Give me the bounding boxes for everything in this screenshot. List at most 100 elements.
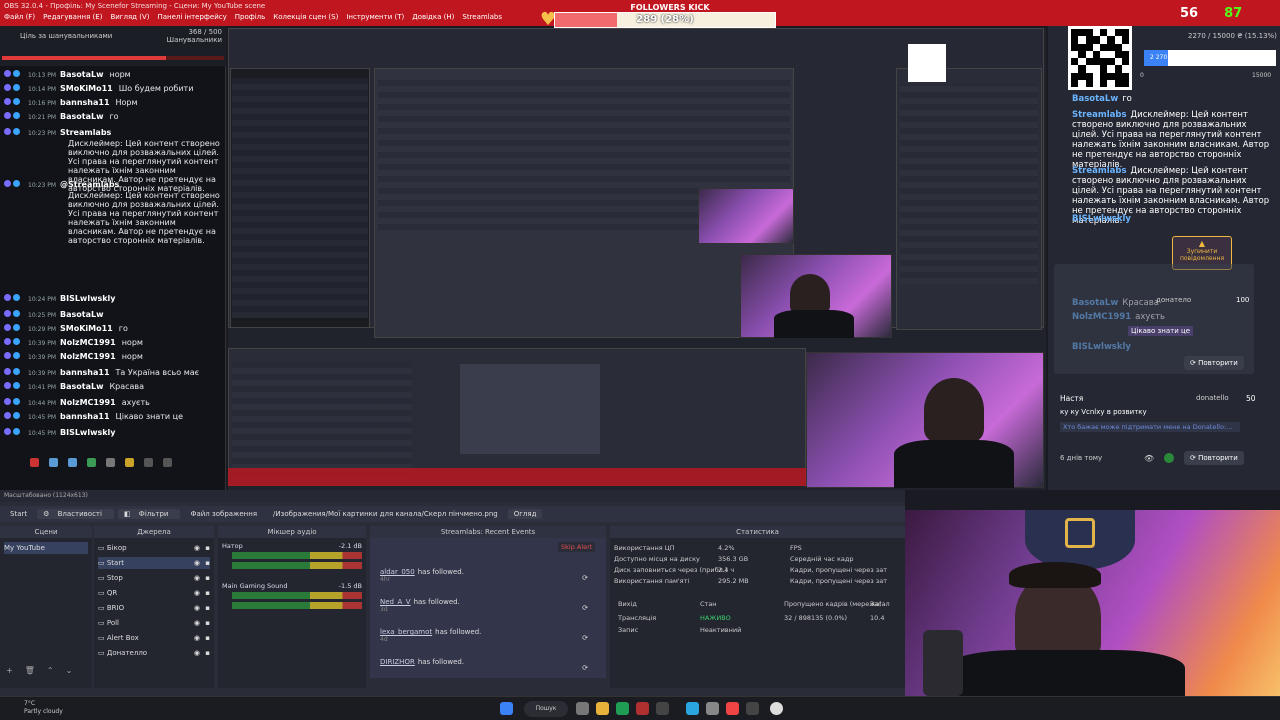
obs-preview[interactable]: [228, 28, 1046, 490]
menu-tools[interactable]: Інструменти (T): [346, 13, 404, 21]
chat-username[interactable]: bannsha11: [60, 368, 110, 377]
source-item[interactable]: ▭ Alert Box ◉ ▪: [98, 632, 210, 644]
filters-button[interactable]: ◧ Фільтри: [117, 509, 181, 519]
trash-icon[interactable]: 🗑: [25, 666, 35, 680]
menu-edit[interactable]: Редагування (E): [43, 13, 102, 21]
right-chat-username[interactable]: BISLwlwskly: [1072, 214, 1131, 224]
source-item[interactable]: ▭ QR ◉ ▪: [98, 587, 210, 599]
keyboard-icon[interactable]: [144, 458, 153, 467]
visibility-icon[interactable]: ◉: [194, 632, 200, 644]
visibility-icon[interactable]: ◉: [194, 647, 200, 659]
source-item[interactable]: ▭ BRIO ◉ ▪: [98, 602, 210, 614]
menu-view[interactable]: Вигляд (V): [110, 13, 149, 21]
lock-icon[interactable]: ▪: [205, 572, 210, 584]
menu-help[interactable]: Довідка (H): [412, 13, 454, 21]
menu-scene-collection[interactable]: Колекція сцен (S): [273, 13, 338, 21]
menu-file[interactable]: Файл (F): [4, 13, 35, 21]
telegram-icon[interactable]: [686, 702, 699, 715]
repeat-button-1[interactable]: ⟳ Повторити: [1184, 356, 1244, 370]
browse-button[interactable]: Огляд: [507, 509, 543, 519]
source-item[interactable]: ▭ Бікор ◉ ▪: [98, 542, 210, 554]
scene-item[interactable]: My YouTube: [4, 542, 88, 554]
nested-qr-code: [908, 44, 946, 82]
event-user[interactable]: lexa_bergamot: [380, 628, 432, 636]
streamer-hair: [1009, 562, 1101, 588]
source-item[interactable]: ▭ Poll ◉ ▪: [98, 617, 210, 629]
event-user[interactable]: aldar_050: [380, 568, 415, 576]
chat-icon[interactable]: [49, 458, 58, 467]
lock-icon[interactable]: ▪: [205, 602, 210, 614]
chat-username[interactable]: NolzMC1991: [60, 338, 116, 347]
chat-username[interactable]: BasotaLw: [60, 112, 103, 121]
visibility-icon[interactable]: ◉: [194, 557, 200, 569]
source-item[interactable]: ▭ Start ◉ ▪: [98, 557, 210, 569]
weather-widget[interactable]: 7°C Partly cloudy: [24, 700, 63, 716]
obs-icon[interactable]: [770, 702, 783, 715]
task-view-icon[interactable]: [576, 702, 589, 715]
repeat-button-2[interactable]: ⟳ Повторити: [1184, 451, 1244, 465]
qr-module: [1107, 43, 1115, 51]
skip-alert-button[interactable]: Skip Alert: [558, 542, 596, 552]
visibility-icon[interactable]: ◉: [194, 602, 200, 614]
steam-icon[interactable]: [656, 702, 669, 715]
chat-username[interactable]: NolzMC1991: [60, 398, 116, 407]
sword-icon[interactable]: [125, 458, 134, 467]
chat-username[interactable]: Streamlabs: [60, 128, 111, 137]
edge-icon[interactable]: [616, 702, 629, 715]
chat-username[interactable]: SMoKiMo11: [60, 84, 113, 93]
chat-username[interactable]: BISLwlwskly: [60, 294, 116, 303]
right-chat-username[interactable]: BasotaLw: [1072, 94, 1118, 104]
down-icon[interactable]: ⌄: [66, 666, 73, 680]
chrome-icon[interactable]: [726, 702, 739, 715]
close-icon[interactable]: [163, 458, 172, 467]
chat-username[interactable]: bannsha11: [60, 412, 110, 421]
app2-icon[interactable]: [706, 702, 719, 715]
chat-username[interactable]: BasotaLw: [60, 70, 103, 79]
event-user[interactable]: Ned_A_V: [380, 598, 411, 606]
eye-icon[interactable]: 👁: [1144, 454, 1154, 463]
filter-icon[interactable]: [68, 458, 77, 467]
chat-username[interactable]: BasotaLw: [60, 310, 103, 319]
check-icon[interactable]: [1164, 453, 1174, 463]
chat-username[interactable]: bannsha11: [60, 98, 110, 107]
right-chat-username[interactable]: Streamlabs: [1072, 110, 1127, 120]
menu-streamlabs[interactable]: Streamlabs: [462, 13, 502, 21]
start-icon[interactable]: [500, 702, 513, 715]
up-icon[interactable]: ⌃: [47, 666, 54, 680]
pause-icon[interactable]: [30, 458, 39, 467]
chat-username[interactable]: @Streamlabs: [60, 180, 119, 189]
source-item[interactable]: ▭ Донателло ◉ ▪: [98, 647, 210, 659]
app-icon[interactable]: [636, 702, 649, 715]
chat-username[interactable]: SMoKiMo11: [60, 324, 113, 333]
lock-icon[interactable]: ▪: [205, 632, 210, 644]
source-item[interactable]: ▭ Stop ◉ ▪: [98, 572, 210, 584]
visibility-icon[interactable]: ◉: [194, 617, 200, 629]
visibility-icon[interactable]: ◉: [194, 572, 200, 584]
visibility-icon[interactable]: ◉: [194, 542, 200, 554]
file-explorer-icon[interactable]: [596, 702, 609, 715]
taskbar-search[interactable]: Пошук: [524, 701, 568, 717]
lock-icon[interactable]: ▪: [205, 542, 210, 554]
replay-icon[interactable]: ⟳: [582, 604, 588, 612]
chat-username[interactable]: BISLwlwskly: [60, 428, 116, 437]
chat-username[interactable]: NolzMC1991: [60, 352, 116, 361]
lock-icon[interactable]: ▪: [205, 557, 210, 569]
emblem-icon: [1065, 518, 1095, 548]
lock-icon[interactable]: ▪: [205, 587, 210, 599]
properties-button[interactable]: ⚙ Властивості: [37, 509, 114, 519]
add-icon[interactable]: +: [6, 666, 13, 680]
lock-icon[interactable]: ▪: [205, 617, 210, 629]
menu-docks[interactable]: Панелі інтерфейсу: [157, 13, 226, 21]
app3-icon[interactable]: [746, 702, 759, 715]
replay-icon[interactable]: ⟳: [582, 634, 588, 642]
replay-icon[interactable]: ⟳: [582, 574, 588, 582]
right-chat-username[interactable]: Streamlabs: [1072, 166, 1127, 176]
menu-profile[interactable]: Профіль: [235, 13, 266, 21]
window-title: OBS 32.0.4 - Профіль: My Scenefor Stream…: [4, 2, 266, 10]
emote-icon[interactable]: [87, 458, 96, 467]
settings-icon[interactable]: [106, 458, 115, 467]
lock-icon[interactable]: ▪: [205, 647, 210, 659]
visibility-icon[interactable]: ◉: [194, 587, 200, 599]
chat-username[interactable]: BasotaLw: [60, 382, 103, 391]
event-user[interactable]: DIRIZHOR: [380, 658, 415, 666]
